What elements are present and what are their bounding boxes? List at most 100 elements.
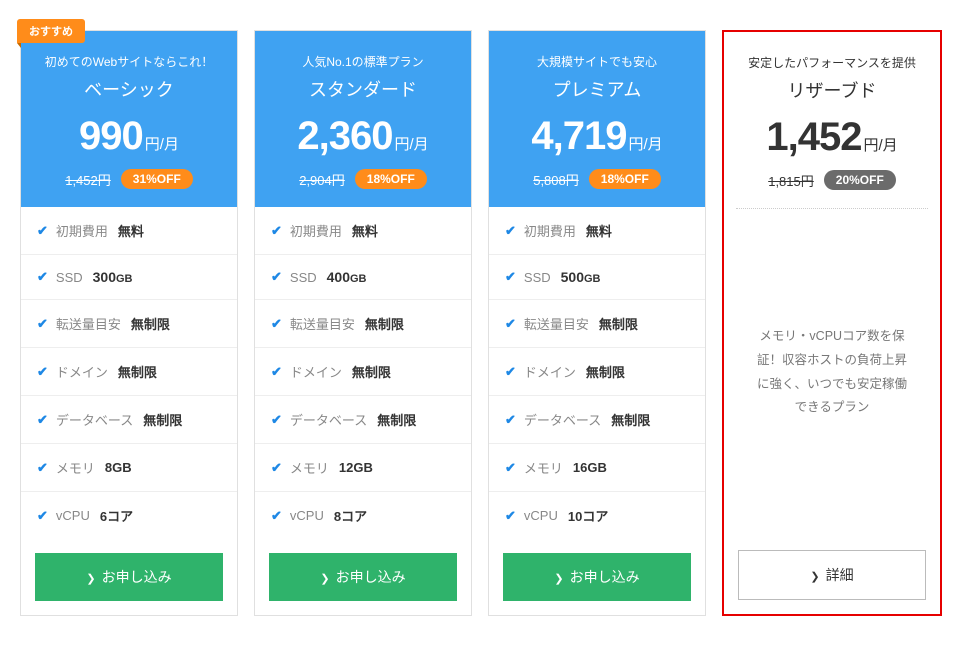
plan-header: 人気No.1の標準プラン スタンダード 2,360 円/月 2,904円 18%… [255,31,471,207]
feature-list: ✔初期費用 無料 ✔ SSD 400GB ✔ 転送量目安 無制限 ✔ドメイン 無制限… [255,207,471,539]
feature-row: ✔転送量目安 無制限 [489,300,705,348]
recommended-badge: おすすめ [17,19,85,43]
chevron-right-icon: ❯ [810,571,819,583]
apply-button[interactable]: ❯お申し込み [35,553,223,601]
check-icon: ✔ [37,508,48,524]
price-sub: 2,904円 18%OFF [265,169,461,189]
feature-label: データベース [56,410,133,429]
price-row: 1,452 円/月 [734,115,930,160]
feature-label: vCPU [290,508,324,523]
discount-badge: 18%OFF [589,169,661,189]
feature-row: ✔ 初期費用 無料 [489,207,705,255]
feature-value: 無制限 [611,410,650,429]
feature-row: ✔SSD 500GB [489,255,705,300]
price-sub: 5,808円 18%OFF [499,169,695,189]
price-sub: 1,452円 31%OFF [31,169,227,189]
feature-value: 8コア [334,506,367,525]
cta-label: お申し込み [336,569,406,585]
feature-value: 無制限 [143,410,182,429]
feature-row: ✔ドメイン 無制限 [21,348,237,396]
apply-button[interactable]: ❯ お申し込み [269,553,457,601]
feature-list: ✔ 初期費用 無料 ✔SSD 500GB ✔転送量目安 無制限 ✔ドメイン 無制限… [489,207,705,539]
check-icon: ✔ [505,223,516,239]
feature-label: データベース [290,410,367,429]
feature-value: 400GB [327,269,367,285]
feature-label: データベース [524,410,601,429]
feature-row: ✔ドメイン 無制限 [255,348,471,396]
plan-name: ベーシック [31,76,227,102]
feature-label: ドメイン [290,362,342,381]
price-unit: 円/月 [394,133,428,154]
feature-value: 無制限 [352,362,391,381]
feature-label: 転送量目安 [290,314,355,333]
check-icon: ✔ [271,412,282,428]
chevron-right-icon: ❯ [320,573,329,585]
feature-label: 初期費用 [56,221,108,240]
check-icon: ✔ [505,412,516,428]
feature-row: ✔初期費用 無料 [255,207,471,255]
plan-name: スタンダード [265,76,461,102]
detail-button[interactable]: ❯ 詳細 [738,550,926,600]
feature-value: 16GB [573,460,607,475]
check-icon: ✔ [271,269,282,285]
feature-value: 無料 [586,221,612,240]
check-icon: ✔ [505,508,516,524]
feature-value: 500GB [561,269,601,285]
chevron-right-icon: ❯ [86,573,95,585]
check-icon: ✔ [37,412,48,428]
feature-row: ✔メモリ 16GB [489,444,705,492]
feature-label: vCPU [56,508,90,523]
check-icon: ✔ [505,316,516,332]
original-price: 5,808円 [533,170,579,189]
pricing-plans: おすすめ 初めてのWebサイトならこれ！ ベーシック 990 円/月 1,452… [20,30,942,616]
price-value: 2,360 [297,114,392,159]
check-icon: ✔ [37,460,48,476]
price-row: 2,360 円/月 [265,114,461,159]
feature-row: ✔ドメイン 無制限 [489,348,705,396]
check-icon: ✔ [37,316,48,332]
feature-value: 無料 [352,221,378,240]
feature-row: ✔メモリ 8GB [21,444,237,492]
price-value: 4,719 [531,114,626,159]
plan-reserved: 安定したパフォーマンスを提供 リザーブド 1,452 円/月 1,815円 20… [722,30,942,616]
price-unit: 円/月 [145,133,179,154]
feature-row: ✔転送量目安 無制限 [21,300,237,348]
feature-row: ✔ データベース 無制限 [21,396,237,444]
price-row: 990 円/月 [31,114,227,159]
plan-header: 安定したパフォーマンスを提供 リザーブド 1,452 円/月 1,815円 20… [724,32,940,208]
feature-label: ドメイン [56,362,108,381]
check-icon: ✔ [271,223,282,239]
feature-value: 8GB [105,460,132,475]
apply-button[interactable]: ❯お申し込み [503,553,691,601]
plan-subtitle: 安定したパフォーマンスを提供 [734,54,930,71]
feature-label: メモリ [524,458,563,477]
feature-row: ✔vCPU 10コア [489,492,705,539]
feature-value: 300GB [93,269,133,285]
plan-subtitle: 大規模サイトでも安心 [499,53,695,70]
feature-row: ✔SSD 300GB [21,255,237,300]
plan-standard: 人気No.1の標準プラン スタンダード 2,360 円/月 2,904円 18%… [254,30,472,616]
feature-label: vCPU [524,508,558,523]
cta-label: 詳細 [826,567,854,583]
plan-subtitle: 初めてのWebサイトならこれ！ [31,53,227,70]
price-value: 990 [79,114,143,159]
feature-label: 初期費用 [524,221,576,240]
plan-subtitle: 人気No.1の標準プラン [265,53,461,70]
chevron-right-icon: ❯ [554,573,563,585]
feature-value: 無制限 [131,314,170,333]
feature-row: ✔ vCPU 6コア [21,492,237,539]
feature-row: ✔ データベース 無制限 [489,396,705,444]
feature-value: 12GB [339,460,373,475]
feature-label: SSD [290,270,317,285]
feature-row: ✔ SSD 400GB [255,255,471,300]
check-icon: ✔ [271,316,282,332]
feature-value: 無制限 [599,314,638,333]
feature-value: 6コア [100,506,133,525]
price-value: 1,452 [766,115,861,160]
price-unit: 円/月 [628,133,662,154]
feature-value: 無制限 [586,362,625,381]
discount-badge: 31%OFF [121,169,193,189]
original-price: 1,452円 [65,170,111,189]
discount-badge: 20%OFF [824,170,896,190]
feature-row: ✔初期費用 無料 [21,207,237,255]
